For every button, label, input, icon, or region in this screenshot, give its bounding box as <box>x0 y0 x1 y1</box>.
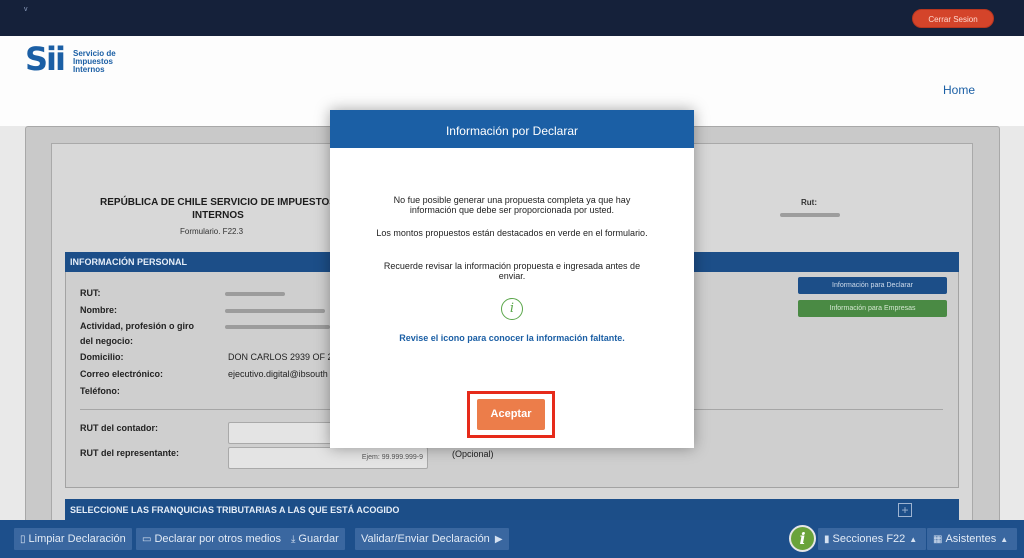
label-domicilio: Domicilio: <box>80 352 124 362</box>
accept-button[interactable]: Aceptar <box>477 399 545 430</box>
modal-paragraph-1: No fue posible generar una propuesta com… <box>393 195 631 215</box>
save-label: Guardar <box>298 533 339 545</box>
franquicias-header[interactable]: SELECCIONE LAS FRANQUICIAS TRIBUTARIAS A… <box>65 499 959 521</box>
play-icon: ▶ <box>494 534 503 545</box>
declare-other-means-button[interactable]: ▭ Declarar por otros medios <box>136 528 288 550</box>
label-telefono: Teléfono: <box>80 386 120 396</box>
save-button[interactable]: ⤓ Guardar <box>285 528 345 550</box>
validate-label: Validar/Enviar Declaración <box>361 533 490 545</box>
value-actividad-redacted <box>225 325 330 329</box>
label-actividad-cont: del negocio: <box>80 336 134 346</box>
top-bar: v <box>0 0 1024 36</box>
bookmark-icon: ▮ <box>824 534 830 545</box>
clear-label: Limpiar Declaración <box>28 533 126 545</box>
form-title: REPÚBLICA DE CHILE SERVICIO DE IMPUESTOS… <box>88 196 348 222</box>
label-rut-contador: RUT del contador: <box>80 423 158 433</box>
info-icon[interactable]: i <box>789 525 816 552</box>
rut-representante-placeholder: Ejem: 99.999.999-9 <box>361 454 423 461</box>
value-domicilio: DON CARLOS 2939 OF 2 <box>228 352 333 362</box>
sii-logo[interactable]: Sii Servicio de Impuestos Internos <box>25 40 116 78</box>
top-bar-mark: v <box>24 6 28 13</box>
label-rut-representante: RUT del representante: <box>80 448 180 458</box>
logout-button[interactable]: Cerrar Sesion <box>912 9 994 28</box>
logo-line-3: Internos <box>73 65 105 74</box>
label-correo: Correo electrónico: <box>80 369 164 379</box>
modal-title: Información por Declarar <box>330 110 694 148</box>
document-icon: ▯ <box>20 534 26 545</box>
info-declarar-button[interactable]: Información para Declarar <box>798 277 947 294</box>
modal-hint: Revise el icono para conocer la informac… <box>399 333 625 343</box>
assistants-label: Asistentes <box>945 533 997 545</box>
home-link[interactable]: Home <box>943 83 975 97</box>
form-title-line-1: REPÚBLICA DE CHILE SERVICIO DE IMPUESTOS <box>100 197 336 208</box>
sii-logo-text: Servicio de Impuestos Internos <box>73 50 143 74</box>
rut-redacted <box>780 213 840 217</box>
value-correo: ejecutivo.digital@ibsouth <box>228 369 328 379</box>
sections-f22-button[interactable]: ▮ Secciones F22 ▲ <box>818 528 927 550</box>
sections-label: Secciones F22 <box>832 533 906 545</box>
assistants-button[interactable]: ▦ Asistentes ▲ <box>927 528 1018 550</box>
label-actividad: Actividad, profesión o giro <box>80 321 195 331</box>
label-nombre: Nombre: <box>80 305 118 315</box>
folder-icon: ▭ <box>142 534 152 545</box>
value-rut-redacted <box>225 292 285 296</box>
expand-plus-icon[interactable]: + <box>898 503 912 517</box>
modal-info-icon: i <box>501 298 523 320</box>
optional-note: (Opcional) <box>452 449 494 459</box>
modal-paragraph-3: Recuerde revisar la información propuest… <box>383 261 641 281</box>
declare-other-label: Declarar por otros medios <box>154 533 282 545</box>
caret-up-icon: ▲ <box>1000 535 1009 544</box>
validate-send-button[interactable]: Validar/Enviar Declaración ▶ <box>355 528 509 550</box>
form-code: Formulario. F22.3 <box>180 227 244 236</box>
sii-logo-glyph: Sii <box>25 40 66 78</box>
value-nombre-redacted <box>225 309 325 313</box>
caret-up-icon: ▲ <box>909 535 918 544</box>
download-icon: ⤓ <box>291 534 296 545</box>
label-rut: RUT: <box>80 288 101 298</box>
rut-representante-input[interactable]: Ejem: 99.999.999-9 <box>228 447 428 469</box>
form-title-line-2: INTERNOS <box>192 210 244 221</box>
calculator-icon: ▦ <box>933 534 943 545</box>
rut-heading: Rut: <box>801 198 817 207</box>
info-empresas-button[interactable]: Información para Empresas <box>798 300 947 317</box>
clear-declaration-button[interactable]: ▯ Limpiar Declaración <box>14 528 132 550</box>
modal-paragraph-2: Los montos propuestos están destacados e… <box>376 228 648 238</box>
